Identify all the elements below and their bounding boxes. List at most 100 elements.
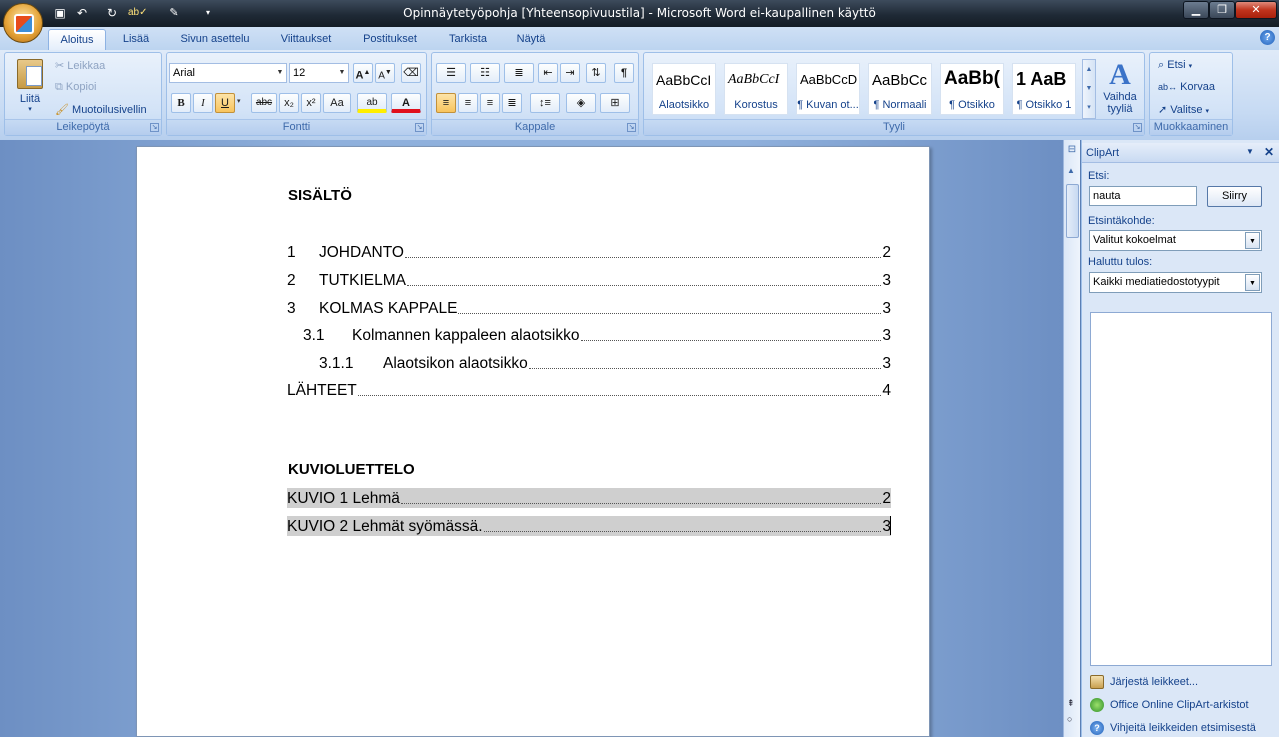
launcher-icon[interactable]: ↘ bbox=[150, 123, 159, 132]
styles-group: AaBbCcI Alaotsikko AaBbCcI Korostus AaBbCc… bbox=[643, 52, 1145, 136]
toc-entry[interactable]: 3.1.1 Alaotsikon alaotsikko 3 bbox=[287, 353, 891, 373]
line-spacing-icon[interactable]: ↕≡ bbox=[530, 93, 560, 113]
clear-formatting-icon[interactable]: ⌫ bbox=[401, 63, 421, 83]
increase-indent-icon[interactable]: ⇥ bbox=[560, 63, 580, 83]
office-button[interactable] bbox=[3, 3, 43, 43]
change-styles-button[interactable]: A Vaihda tyyliä bbox=[1099, 59, 1141, 116]
chevron-down-icon[interactable]: ▼ bbox=[1246, 147, 1254, 156]
style-otsikko-1[interactable]: 1 AaB ¶ Otsikko 1 bbox=[1012, 63, 1076, 115]
bold-button[interactable]: B bbox=[171, 93, 191, 113]
vertical-scrollbar[interactable]: ⊟ ▲ ⇞ ○ bbox=[1063, 140, 1080, 737]
copy-button[interactable]: ⧉ Kopioi bbox=[55, 81, 97, 94]
grow-font-button[interactable]: A▲ bbox=[353, 63, 373, 83]
copy-icon: ⧉ bbox=[55, 81, 63, 93]
tab-nayta[interactable]: Näytä bbox=[506, 29, 556, 50]
justify-icon[interactable]: ≣ bbox=[502, 93, 522, 113]
shrink-font-button[interactable]: A▼ bbox=[375, 63, 395, 83]
highlight-button[interactable]: ab bbox=[357, 93, 387, 113]
ribbon: Liitä ▾ ✂ Leikkaa ⧉ Kopioi 🖌 Muotoilusiv… bbox=[0, 50, 1279, 140]
replace-button[interactable]: ab↔ Korvaa bbox=[1158, 81, 1215, 93]
toc-entry[interactable]: LÄHTEET 4 bbox=[287, 380, 891, 400]
results-list[interactable] bbox=[1090, 312, 1272, 666]
cut-button[interactable]: ✂ Leikkaa bbox=[55, 59, 105, 72]
toc-entry[interactable]: 3.1 Kolmannen kappaleen alaotsikko 3 bbox=[287, 325, 891, 345]
toc-entry[interactable]: 3 KOLMAS KAPPALE 3 bbox=[287, 298, 891, 318]
style-korostus[interactable]: AaBbCcI Korostus bbox=[724, 63, 788, 115]
tab-sivun-asettelu[interactable]: Sivun asettelu bbox=[170, 29, 260, 50]
editing-group-label: Muokkaaminen bbox=[1150, 119, 1232, 135]
align-center-icon[interactable]: ≡ bbox=[458, 93, 478, 113]
clipart-online-link[interactable]: Office Online ClipArt-arkistot bbox=[1090, 698, 1249, 712]
underline-button[interactable]: U bbox=[215, 93, 235, 113]
search-input[interactable]: nauta bbox=[1089, 186, 1197, 206]
align-left-icon[interactable]: ≡ bbox=[436, 93, 456, 113]
search-tips-link[interactable]: ? Vihjeitä leikkeiden etsimisestä bbox=[1090, 721, 1256, 735]
redo-icon[interactable]: ↻ bbox=[104, 5, 120, 21]
save-icon[interactable]: ▣ bbox=[52, 5, 68, 21]
select-button[interactable]: ➚ Valitse ▾ bbox=[1158, 103, 1209, 116]
close-button[interactable]: ✕ bbox=[1235, 1, 1277, 19]
style-alaotsikko[interactable]: AaBbCcI Alaotsikko bbox=[652, 63, 716, 115]
shading-icon[interactable]: ◈ bbox=[566, 93, 596, 113]
draw-icon[interactable]: ✎ bbox=[166, 5, 182, 21]
style-otsikko[interactable]: AaBb(¶ Otsikko bbox=[940, 63, 1004, 115]
format-painter-button[interactable]: 🖌 Muotoilusivellin bbox=[55, 103, 147, 116]
browse-object-icon[interactable]: ○ bbox=[1067, 714, 1072, 724]
scrollbar-thumb[interactable] bbox=[1066, 184, 1079, 238]
tab-viittaukset[interactable]: Viittaukset bbox=[268, 29, 344, 50]
toc-entry[interactable]: 2 TUTKIELMA 3 bbox=[287, 270, 891, 290]
go-button[interactable]: Siirry bbox=[1207, 186, 1262, 207]
launcher-icon[interactable]: ↘ bbox=[1133, 123, 1142, 132]
chevron-down-icon[interactable]: ▾ bbox=[200, 5, 216, 21]
align-right-icon[interactable]: ≡ bbox=[480, 93, 500, 113]
style-normaali[interactable]: AaBbCc ¶ Normaali bbox=[868, 63, 932, 115]
chevron-down-icon[interactable]: ▾ bbox=[237, 97, 241, 105]
borders-icon[interactable]: ⊞ bbox=[600, 93, 630, 113]
help-icon[interactable]: ? bbox=[1260, 30, 1275, 45]
numbering-icon[interactable]: ☷ bbox=[470, 63, 500, 83]
bullets-icon[interactable]: ☰ bbox=[436, 63, 466, 83]
organize-clips-link[interactable]: Järjestä leikkeet... bbox=[1090, 675, 1198, 689]
find-button[interactable]: ⌕ Etsi ▾ bbox=[1158, 59, 1192, 72]
ruler-toggle-icon[interactable]: ⊟ bbox=[1066, 144, 1078, 158]
tab-tarkista[interactable]: Tarkista bbox=[440, 29, 496, 50]
figure-entry[interactable]: KUVIO 1 Lehmä 2 bbox=[287, 488, 891, 508]
italic-button[interactable]: I bbox=[193, 93, 213, 113]
tab-postitukset[interactable]: Postitukset bbox=[352, 29, 428, 50]
minimize-button[interactable]: ▁ bbox=[1183, 1, 1209, 19]
pilcrow-button[interactable]: ¶ bbox=[614, 63, 634, 83]
previous-page-icon[interactable]: ⇞ bbox=[1067, 698, 1075, 709]
paragraph-group-label: Kappale bbox=[432, 119, 638, 135]
launcher-icon[interactable]: ↘ bbox=[627, 123, 636, 132]
document-page[interactable] bbox=[136, 146, 930, 737]
font-color-button[interactable]: A bbox=[391, 93, 421, 113]
change-case-button[interactable]: Aa bbox=[323, 93, 351, 113]
close-icon[interactable]: ✕ bbox=[1264, 145, 1274, 159]
figure-entry[interactable]: KUVIO 2 Lehmät syömässä. 3 bbox=[287, 516, 891, 536]
superscript-button[interactable]: x² bbox=[301, 93, 321, 113]
paste-button[interactable]: Liitä ▾ bbox=[11, 57, 49, 119]
toc-entry[interactable]: 1 JOHDANTO 2 bbox=[287, 242, 891, 262]
organizer-icon bbox=[1090, 675, 1104, 689]
tab-lisaa[interactable]: Lisää bbox=[112, 29, 160, 50]
scroll-up-icon[interactable]: ▲ bbox=[1067, 166, 1075, 175]
font-name-combo[interactable]: Arial ▼ bbox=[169, 63, 287, 83]
search-in-select[interactable]: Valitut kokoelmat ▼ bbox=[1089, 230, 1262, 251]
styles-gallery-scroller[interactable]: ▲ ▼ ▾ bbox=[1082, 59, 1096, 119]
subscript-button[interactable]: x₂ bbox=[279, 93, 299, 113]
multilevel-list-icon[interactable]: ≣ bbox=[504, 63, 534, 83]
strikethrough-button[interactable]: abc bbox=[251, 93, 277, 113]
style-kuvan-otsikko[interactable]: AaBbCcD ¶ Kuvan ot... bbox=[796, 63, 860, 115]
maximize-button[interactable]: ❐ bbox=[1209, 1, 1235, 19]
ribbon-tabs: Aloitus Lisää Sivun asettelu Viittaukset… bbox=[0, 27, 1279, 50]
decrease-indent-icon[interactable]: ⇤ bbox=[538, 63, 558, 83]
results-select[interactable]: Kaikki mediatiedostotyypit ▼ bbox=[1089, 272, 1262, 293]
sort-icon[interactable]: ⇅ bbox=[586, 63, 606, 83]
replace-icon: ab↔ bbox=[1158, 82, 1178, 92]
toc-heading: SISÄLTÖ bbox=[288, 187, 352, 204]
font-size-combo[interactable]: 12 ▼ bbox=[289, 63, 349, 83]
undo-icon[interactable]: ↶ bbox=[74, 5, 90, 21]
spelling-icon[interactable]: ab✓ bbox=[128, 5, 148, 21]
tab-aloitus[interactable]: Aloitus bbox=[48, 29, 106, 50]
launcher-icon[interactable]: ↘ bbox=[415, 123, 424, 132]
